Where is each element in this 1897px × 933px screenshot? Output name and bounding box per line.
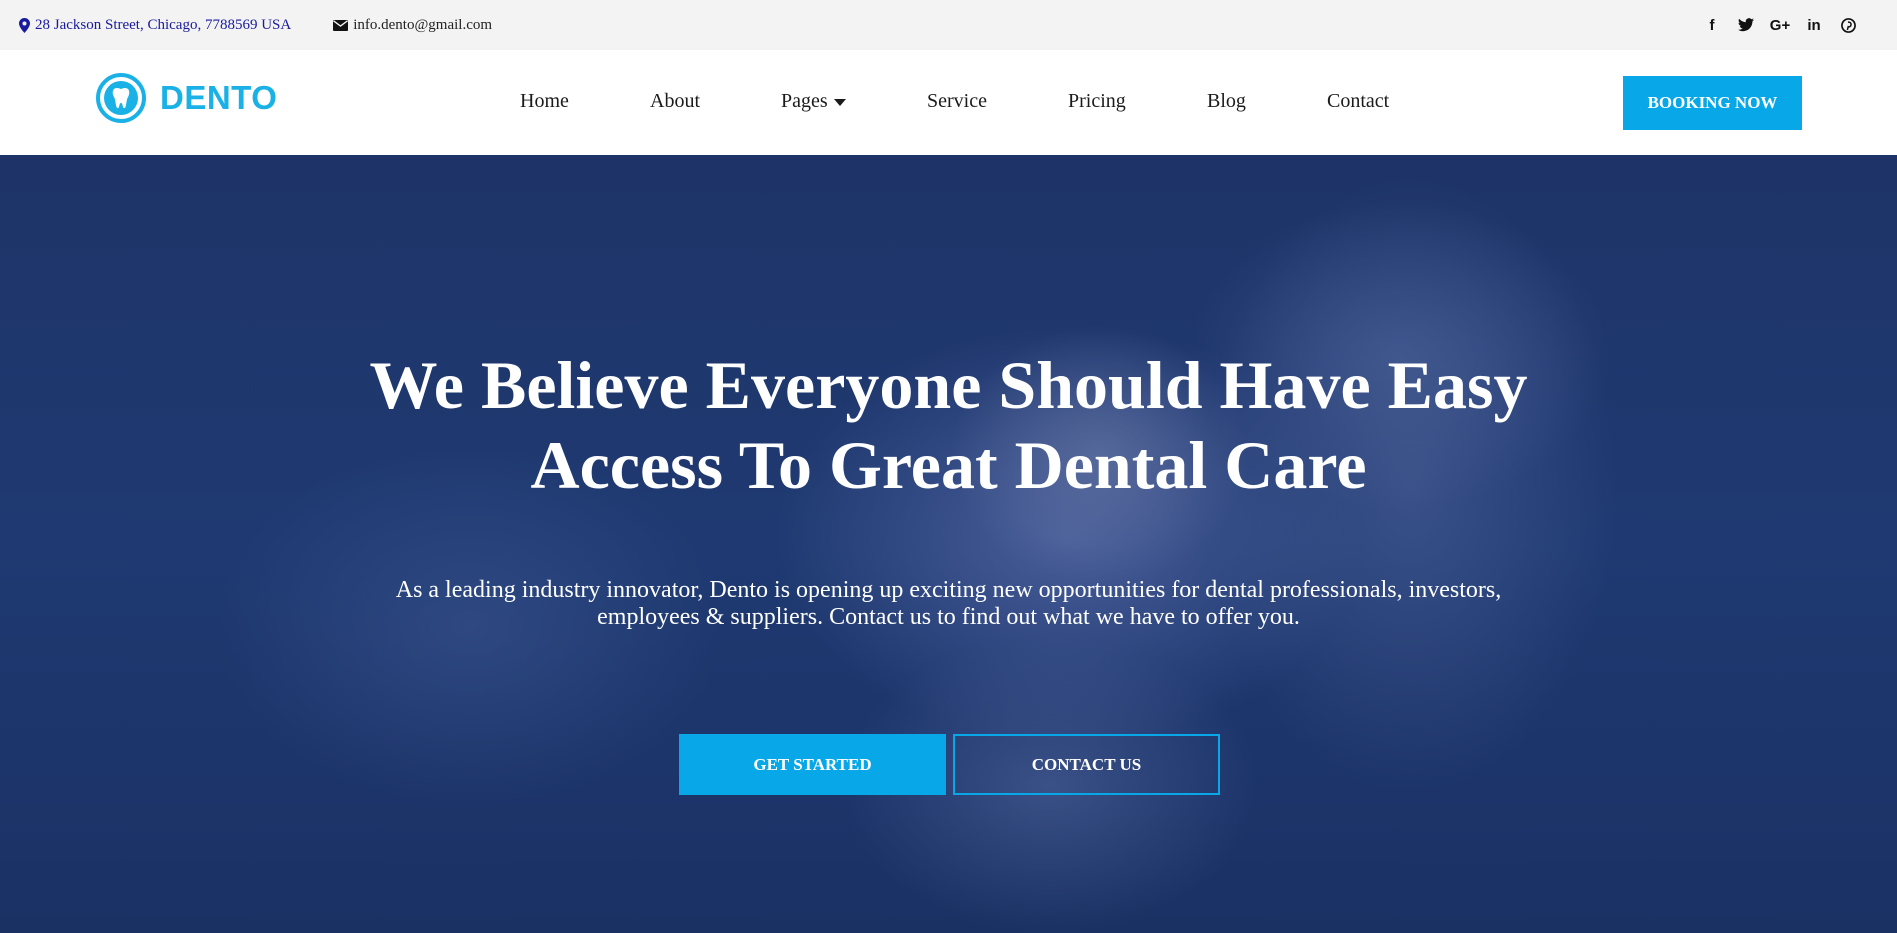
hero-title: We Believe Everyone Should Have Easy Acc… <box>0 345 1897 505</box>
social-links: f G+ in <box>1687 0 1857 50</box>
nav-pages-label: Pages <box>781 90 828 112</box>
caret-down-icon <box>833 98 846 106</box>
nav-pricing[interactable]: Pricing <box>1068 90 1126 113</box>
envelope-icon <box>333 19 349 31</box>
email[interactable]: info.dento@gmail.com <box>333 17 492 34</box>
google-plus-icon[interactable]: G+ <box>1770 16 1790 34</box>
nav-home[interactable]: Home <box>520 90 569 113</box>
email-text[interactable]: info.dento@gmail.com <box>353 17 492 34</box>
hero-section: We Believe Everyone Should Have Easy Acc… <box>0 155 1897 933</box>
map-marker-icon <box>19 17 30 33</box>
facebook-icon[interactable]: f <box>1703 16 1721 34</box>
pinterest-icon[interactable] <box>1839 16 1857 34</box>
get-started-button[interactable]: GET STARTED <box>679 734 946 795</box>
contact-us-button[interactable]: CONTACT US <box>953 734 1220 795</box>
nav-contact[interactable]: Contact <box>1327 90 1389 113</box>
main-header: DENTO Home About Pages Service Pricing B… <box>0 50 1897 155</box>
nav-blog[interactable]: Blog <box>1207 90 1246 113</box>
hero-title-line-2: Access To Great Dental Care <box>530 427 1367 503</box>
address: 28 Jackson Street, Chicago, 7788569 USA <box>19 17 291 34</box>
nav-about[interactable]: About <box>650 90 700 113</box>
hero-title-line-1: We Believe Everyone Should Have Easy <box>369 347 1528 423</box>
nav-service[interactable]: Service <box>927 90 987 113</box>
address-text: 28 Jackson Street, Chicago, 7788569 USA <box>35 16 292 33</box>
booking-now-button[interactable]: BOOKING NOW <box>1623 76 1802 130</box>
contact-info: 28 Jackson Street, Chicago, 7788569 USA … <box>19 0 492 50</box>
hero-subtitle: As a leading industry innovator, Dento i… <box>395 577 1502 630</box>
main-nav: Home About Pages Service Pricing Blog Co… <box>0 50 1897 155</box>
linkedin-icon[interactable]: in <box>1805 16 1823 34</box>
top-bar: 28 Jackson Street, Chicago, 7788569 USA … <box>0 0 1897 50</box>
twitter-icon[interactable] <box>1737 16 1755 34</box>
nav-pages[interactable]: Pages <box>781 90 846 113</box>
